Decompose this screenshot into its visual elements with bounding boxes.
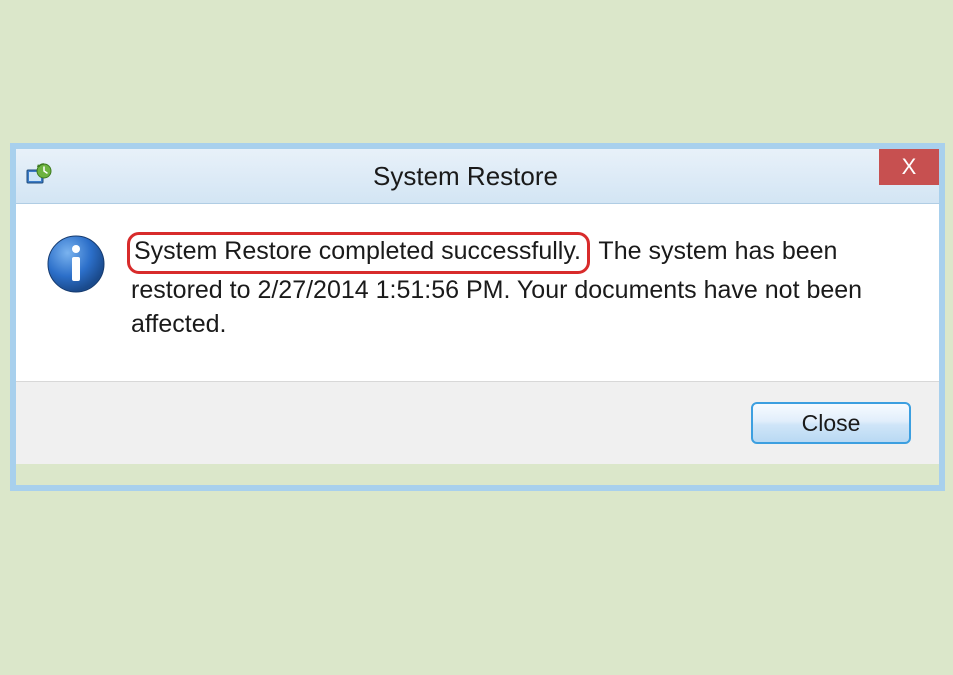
info-icon bbox=[46, 234, 106, 299]
message-highlighted: System Restore completed successfully. bbox=[127, 232, 590, 274]
dialog-content: System Restore completed successfully. T… bbox=[16, 204, 939, 381]
dialog-message: System Restore completed successfully. T… bbox=[131, 232, 911, 341]
dialog-footer: Close bbox=[16, 381, 939, 464]
close-icon[interactable]: X bbox=[879, 149, 939, 185]
system-restore-dialog: System Restore X System Restore complete… bbox=[16, 149, 939, 464]
dialog-title: System Restore bbox=[52, 161, 939, 192]
close-button[interactable]: Close bbox=[751, 402, 911, 444]
system-restore-icon bbox=[26, 163, 52, 189]
titlebar: System Restore X bbox=[16, 149, 939, 204]
